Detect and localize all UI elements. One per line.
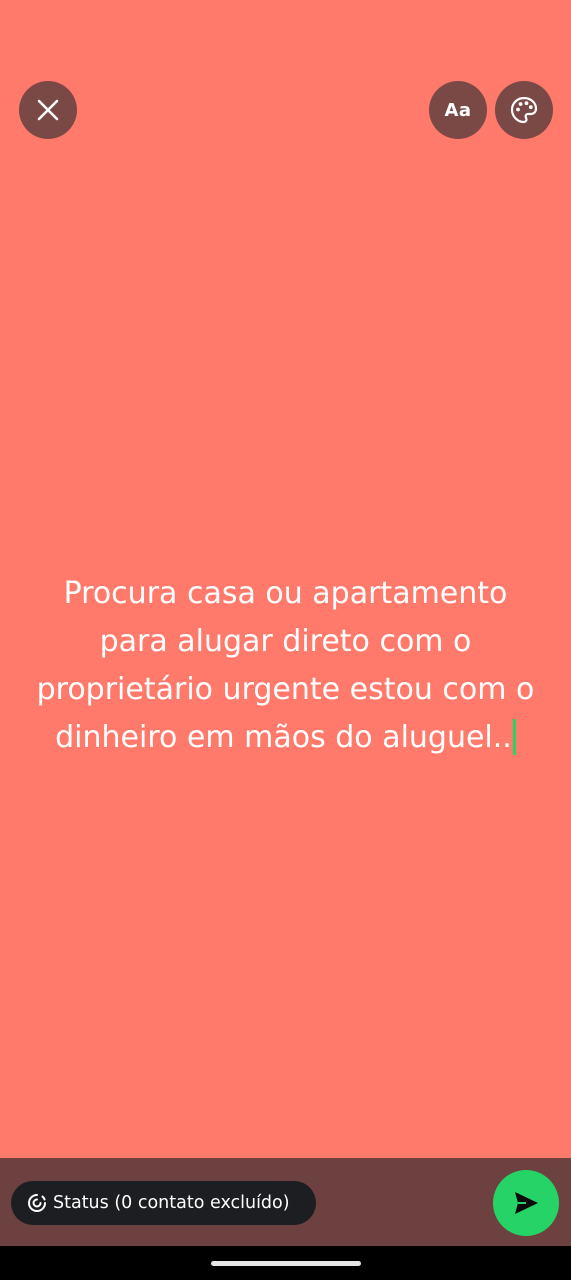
font-style-button[interactable]: Aa — [429, 81, 487, 139]
system-navigation-bar — [0, 1246, 571, 1280]
status-ring-icon — [27, 1193, 47, 1213]
status-text-content: Procura casa ou apartamento para alugar … — [36, 576, 535, 755]
status-audience-label: Status (0 contato excluído) — [53, 1193, 290, 1213]
font-style-label: Aa — [444, 99, 472, 121]
send-button[interactable] — [493, 1170, 559, 1236]
status-editor-screen: Aa Procura casa ou apartamento para alug… — [0, 0, 571, 1280]
close-button[interactable] — [19, 81, 77, 139]
status-audience-selector[interactable]: Status (0 contato excluído) — [11, 1181, 316, 1225]
home-indicator[interactable] — [211, 1261, 361, 1266]
status-text-input[interactable]: Procura casa ou apartamento para alugar … — [30, 570, 541, 762]
palette-icon — [510, 96, 538, 124]
text-cursor — [512, 719, 516, 755]
background-color-button[interactable] — [495, 81, 553, 139]
close-icon — [37, 99, 59, 121]
send-icon — [515, 1192, 538, 1214]
